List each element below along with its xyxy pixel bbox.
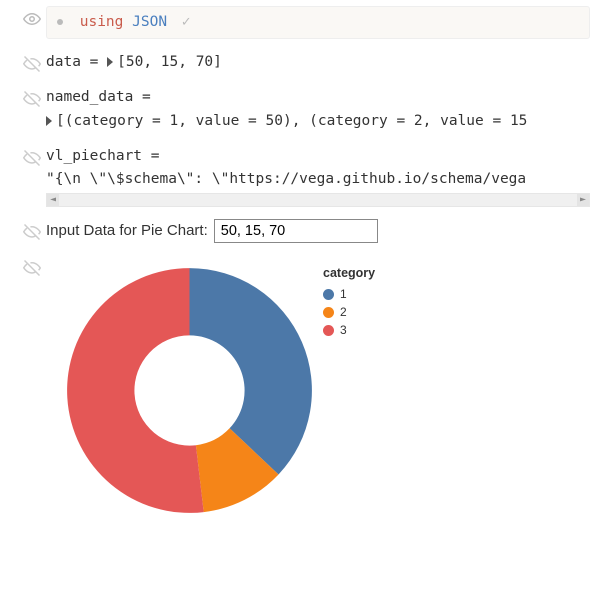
bullet-icon [57,19,63,25]
legend-item: 2 [323,303,590,321]
eye-closed-icon[interactable] [18,219,46,241]
var-data: data [46,54,81,70]
eye-closed-icon[interactable] [18,145,46,167]
var-named-data: named_data [46,89,133,105]
cell-named-data: named_data = [(category = 1, value = 50)… [0,80,600,138]
using-keyword: using [80,14,124,30]
donut-svg [62,263,317,518]
eye-closed-icon[interactable] [18,255,46,277]
vl-piechart-value: "{\n \"\$schema\": \"https://vega.github… [46,168,590,191]
legend-title: category [323,263,590,283]
pie-chart: category 123 [46,255,590,526]
named-data-value: [(category = 1, value = 50), (category =… [56,113,527,129]
eye-closed-icon[interactable] [18,86,46,108]
scroll-left-icon[interactable]: ◄ [47,194,59,206]
cell-data: data = [50, 15, 70] [0,45,600,80]
legend-item: 1 [323,285,590,303]
legend-swatch [323,325,334,336]
cell-chart: category 123 [0,249,600,532]
legend: category 123 [317,263,590,339]
pie-data-input[interactable] [214,219,378,243]
var-vl-piechart: vl_piechart [46,148,142,164]
legend-label: 1 [340,285,347,303]
check-icon: ✓ [182,14,191,30]
using-identifier: JSON [132,14,167,30]
legend-swatch [323,289,334,300]
legend-item: 3 [323,321,590,339]
legend-swatch [323,307,334,318]
horizontal-scrollbar[interactable]: ◄ ► [46,193,590,207]
data-value: [50, 15, 70] [117,54,222,70]
pie-slice-3 [67,268,204,513]
legend-label: 2 [340,303,347,321]
cell-using: using JSON ✓ [0,0,600,45]
cell-vl-piechart: vl_piechart = "{\n \"\$schema\": \"https… [0,139,600,213]
input-label: Input Data for Pie Chart: [46,219,208,243]
scroll-right-icon[interactable]: ► [577,194,589,206]
legend-label: 3 [340,321,347,339]
expand-icon[interactable] [107,57,113,67]
cell-input-widget: Input Data for Pie Chart: [0,213,600,249]
eye-open-icon[interactable] [18,6,46,28]
expand-icon[interactable] [46,116,52,126]
code-box-using[interactable]: using JSON ✓ [46,6,590,39]
eye-closed-icon[interactable] [18,51,46,73]
